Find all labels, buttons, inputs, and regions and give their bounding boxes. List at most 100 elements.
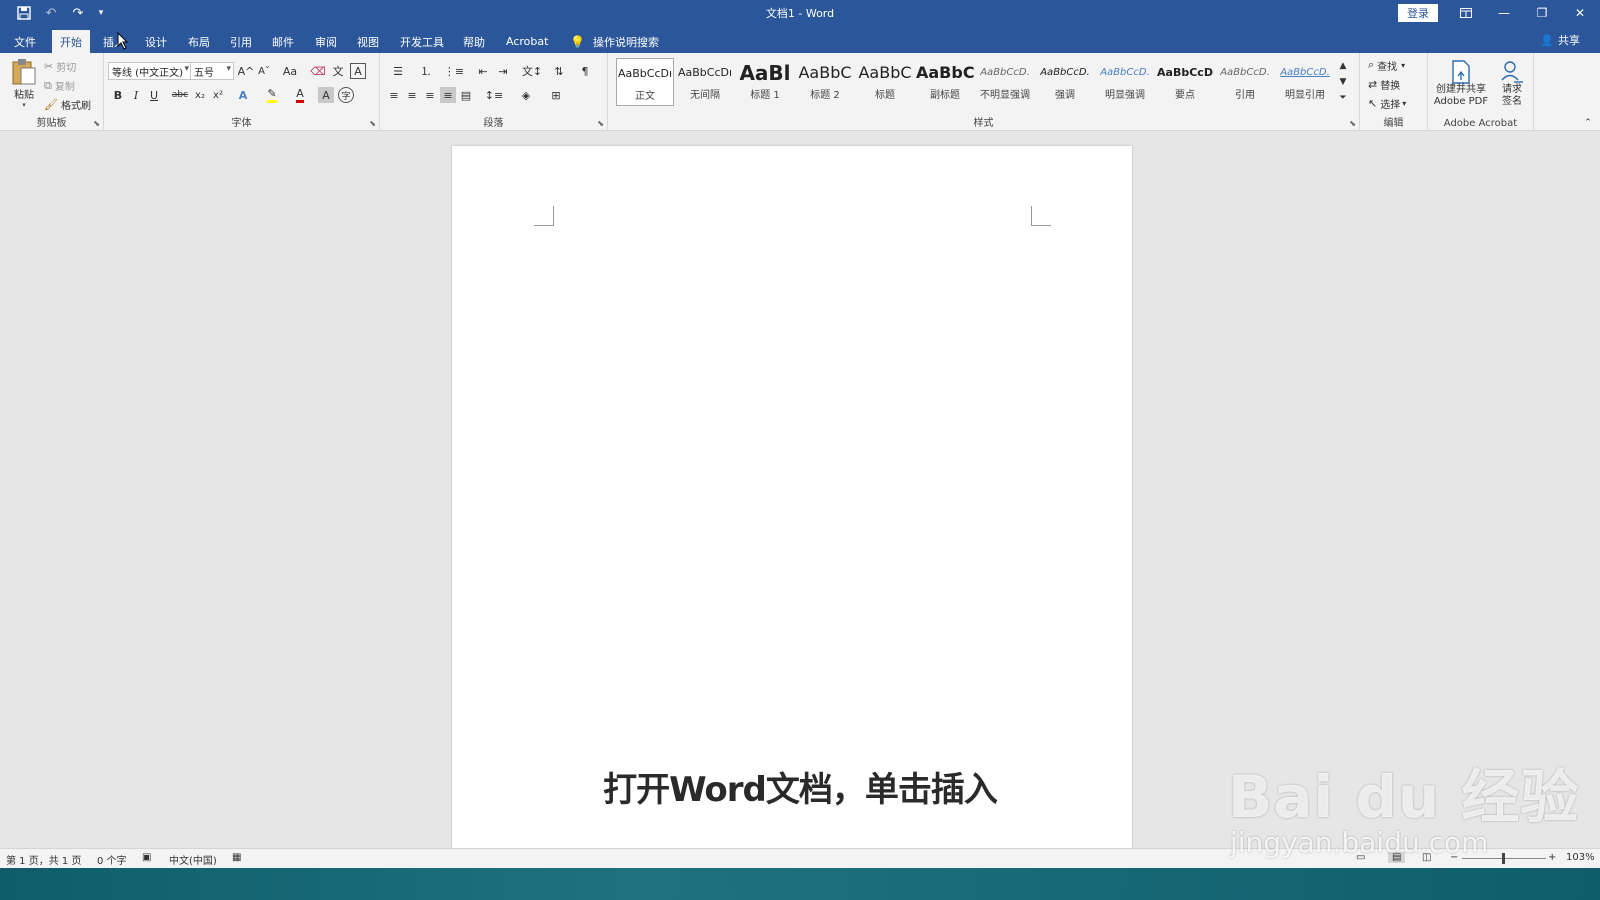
character-border-icon[interactable]: A (350, 63, 366, 79)
phonetic-guide-icon[interactable]: 文 (330, 63, 346, 79)
page-count[interactable]: 第 1 页，共 1 页 (6, 852, 81, 867)
word-count[interactable]: 0 个字 (97, 852, 127, 867)
restore-icon[interactable]: ❐ (1524, 0, 1560, 26)
superscript-button[interactable]: x² (210, 87, 226, 103)
strikethrough-button[interactable]: abc (170, 87, 190, 103)
shrink-font-button[interactable]: Aˇ (256, 63, 272, 79)
clear-formatting-icon[interactable]: ⌫ (310, 63, 326, 79)
distributed-icon[interactable]: ▤ (458, 87, 474, 103)
text-effects-icon[interactable]: A (234, 87, 252, 103)
bold-button[interactable]: B (110, 87, 126, 103)
style-normal[interactable]: AaBbCcDı 正文 (616, 58, 674, 106)
underline-button[interactable]: U (146, 87, 162, 103)
styles-more-icon[interactable]: ⏷ (1336, 91, 1350, 105)
close-icon[interactable]: ✕ (1562, 0, 1598, 26)
minimize-icon[interactable]: — (1486, 0, 1522, 26)
format-painter-button[interactable]: 🖌 格式刷 (44, 97, 91, 112)
style-subtitle[interactable]: AaBbC 副标题 (916, 58, 974, 106)
ribbon-display-options-icon[interactable] (1448, 0, 1484, 26)
styles-scroll-up-icon[interactable]: ▲ (1336, 59, 1350, 73)
replace-button[interactable]: ⇄ 替换 (1368, 76, 1400, 92)
language-indicator[interactable]: 中文(中国) (169, 852, 217, 867)
proofing-icon[interactable]: ▣ (142, 852, 151, 863)
font-color-letter: A (296, 87, 304, 103)
tab-view[interactable]: 视图 (349, 30, 387, 53)
zoom-level[interactable]: 103% (1566, 852, 1595, 863)
style-subtle-emphasis[interactable]: AaBbCcD. 不明显强调 (976, 58, 1034, 106)
tab-references[interactable]: 引用 (222, 30, 260, 53)
style-heading-2[interactable]: AaBbC 标题 2 (796, 58, 854, 106)
enclose-characters-icon[interactable]: 字 (338, 87, 354, 103)
cut-button[interactable]: ✂ 剪切 (44, 59, 76, 74)
create-share-pdf-button[interactable]: 创建并共享 Adobe PDF (1432, 57, 1490, 111)
editing-group: ⌕ 查找 ▾ ⇄ 替换 ↖ 选择 ▾ 编辑 (1360, 53, 1428, 131)
numbering-icon[interactable]: ⒈ (414, 63, 438, 79)
grow-font-button[interactable]: A^ (238, 63, 255, 79)
style-no-spacing[interactable]: AaBbCcDı 无间隔 (676, 58, 734, 106)
bullets-icon[interactable]: ☰ (386, 63, 410, 79)
increase-indent-icon[interactable]: ⇥ (494, 63, 512, 79)
shading-icon[interactable]: ◈ (514, 87, 538, 103)
character-shading-icon[interactable]: A (318, 87, 334, 103)
style-quote[interactable]: AaBbCcD. 引用 (1216, 58, 1274, 106)
font-color-button[interactable]: A (290, 87, 310, 103)
font-name-select[interactable]: 等线 (中文正文) ▾ (108, 62, 192, 80)
share-button[interactable]: 👤 共享 (1540, 32, 1580, 48)
subscript-button[interactable]: x₂ (192, 87, 208, 103)
find-button[interactable]: ⌕ 查找 ▾ (1368, 57, 1405, 73)
clipboard-group-label: 剪贴板 (36, 118, 67, 129)
create-pdf-label-1: 创建并共享 (1436, 84, 1486, 95)
tab-mailings[interactable]: 邮件 (264, 30, 302, 53)
tab-review[interactable]: 审阅 (307, 30, 345, 53)
style-heading-1[interactable]: AaBl 标题 1 (736, 58, 794, 106)
styles-scroll-down-icon[interactable]: ▼ (1336, 75, 1350, 89)
italic-button[interactable]: I (128, 87, 144, 103)
collapse-ribbon-icon[interactable]: ⌃ (1582, 117, 1594, 129)
request-signature-button[interactable]: 请求 签名 (1494, 57, 1530, 111)
login-button[interactable]: 登录 (1398, 4, 1438, 22)
style-sample: AaBbC (798, 63, 852, 82)
highlight-color-button[interactable]: ✎ (262, 87, 282, 103)
align-left-icon[interactable]: ≡ (386, 87, 402, 103)
style-intense-emphasis[interactable]: AaBbCcD. 明显强调 (1096, 58, 1154, 106)
copy-button[interactable]: ⧉ 复制 (44, 78, 75, 94)
style-title[interactable]: AaBbC 标题 (856, 58, 914, 106)
lightbulb-icon: 💡 (570, 34, 585, 49)
sort-icon[interactable]: ⇅ (550, 63, 568, 79)
font-size-select[interactable]: 五号 ▾ (190, 62, 234, 80)
text-direction-icon[interactable]: 文↕ (520, 63, 544, 79)
font-launcher-icon[interactable]: ⬊ (369, 119, 376, 128)
replace-icon: ⇄ (1368, 77, 1378, 91)
tab-developer[interactable]: 开发工具 (392, 30, 452, 53)
multilevel-list-icon[interactable]: ⋮≡ (442, 63, 466, 79)
macro-record-icon[interactable]: ▦ (232, 852, 241, 863)
tab-home[interactable]: 开始 (52, 30, 90, 53)
justify-icon[interactable]: ≡ (440, 87, 456, 103)
decrease-indent-icon[interactable]: ⇤ (474, 63, 492, 79)
borders-icon[interactable]: ⊞ (544, 87, 568, 103)
tab-acrobat[interactable]: Acrobat (498, 30, 556, 53)
change-case-button[interactable]: Aa (278, 63, 302, 79)
paragraph-launcher-icon[interactable]: ⬊ (597, 119, 604, 128)
document-page[interactable] (452, 146, 1132, 848)
tab-file[interactable]: 文件 (6, 30, 44, 53)
tab-design[interactable]: 设计 (137, 30, 175, 53)
style-intense-quote[interactable]: AaBbCcD. 明显引用 (1276, 58, 1334, 106)
style-sample: AaBl (739, 61, 791, 85)
font-name-value: 等线 (中文正文) (112, 67, 183, 79)
tab-layout[interactable]: 布局 (180, 30, 218, 53)
clipboard-launcher-icon[interactable]: ⬊ (93, 119, 100, 128)
style-emphasis[interactable]: AaBbCcD. 强调 (1036, 58, 1094, 106)
tab-help[interactable]: 帮助 (455, 30, 493, 53)
show-marks-icon[interactable]: ¶ (576, 63, 594, 79)
select-button[interactable]: ↖ 选择 ▾ (1368, 95, 1406, 111)
styles-launcher-icon[interactable]: ⬊ (1349, 119, 1356, 128)
request-sign-label-2: 签名 (1502, 96, 1522, 107)
align-right-icon[interactable]: ≡ (422, 87, 438, 103)
style-strong[interactable]: AaBbCcD 要点 (1156, 58, 1214, 106)
align-center-icon[interactable]: ≡ (404, 87, 420, 103)
tell-me-search[interactable]: 💡 操作说明搜索 (562, 30, 667, 53)
line-spacing-icon[interactable]: ↕≡ (482, 87, 506, 103)
tell-me-label: 操作说明搜索 (592, 35, 659, 49)
paste-button[interactable]: 粘贴 ▾ (8, 57, 40, 109)
